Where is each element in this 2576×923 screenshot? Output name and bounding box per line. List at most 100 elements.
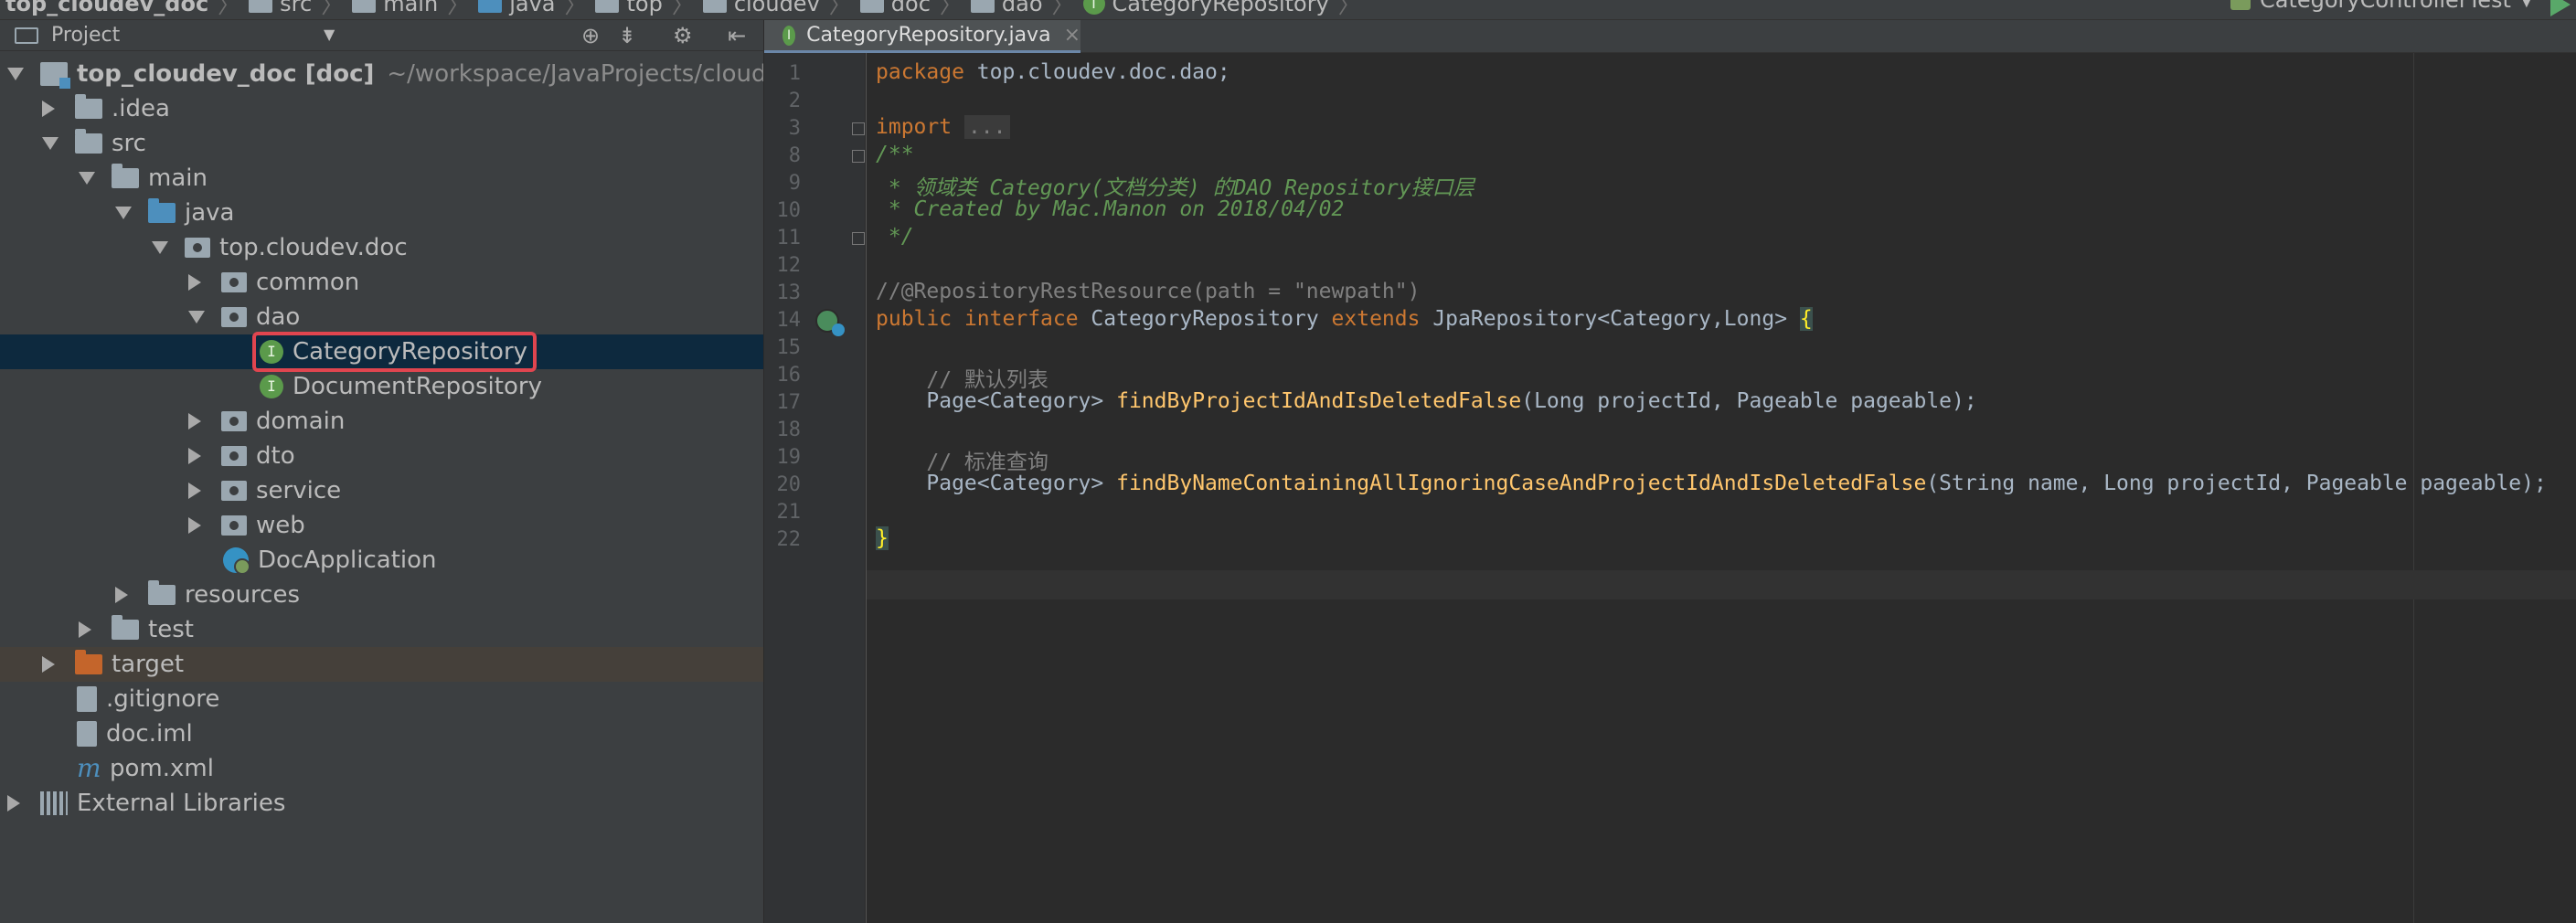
code-line-10[interactable]: * Created by Mac.Manon on 2018/04/02: [876, 197, 1345, 221]
package-icon: [595, 0, 620, 13]
code-line-8[interactable]: /**: [876, 143, 914, 166]
line-number: 12: [776, 254, 802, 277]
code-editor: I CategoryRepository.java × 1 2 3 8 9 10…: [764, 20, 2576, 923]
method-name: findByNameContainingAllIgnoringCaseAndPr…: [1116, 472, 1927, 495]
expand-arrow-icon[interactable]: [42, 137, 59, 150]
tree-item-test[interactable]: test: [0, 612, 763, 647]
navigation-bar: top_cloudev_doc 〉 src 〉 main 〉 java 〉 top 〉 c…: [0, 0, 2576, 20]
expand-arrow-icon[interactable]: [188, 311, 205, 324]
collapse-all-icon[interactable]: ⇟: [618, 24, 636, 48]
tree-item-target[interactable]: target: [0, 647, 763, 682]
collapse-arrow-icon[interactable]: [79, 621, 91, 638]
folder-icon: [75, 129, 102, 154]
tree-item-service[interactable]: service: [0, 473, 763, 508]
scroll-from-source-icon[interactable]: ⊕: [581, 24, 600, 48]
collapse-arrow-icon[interactable]: [188, 483, 201, 499]
collapse-arrow-icon[interactable]: [188, 517, 201, 534]
collapse-arrow-icon[interactable]: [188, 274, 201, 291]
tree-item-label: main: [148, 164, 208, 192]
text-file-icon: [77, 686, 97, 712]
tree-item-doc-iml[interactable]: doc.iml: [0, 716, 763, 751]
breadcrumb-label: top_cloudev_doc: [5, 0, 209, 16]
expand-arrow-icon[interactable]: [152, 241, 168, 254]
breadcrumb-item-java[interactable]: java: [478, 0, 555, 16]
collapse-arrow-icon[interactable]: [7, 795, 20, 812]
matched-brace: }: [876, 526, 889, 550]
code-line-22[interactable]: }: [876, 526, 889, 550]
breadcrumb-label: top: [626, 0, 663, 16]
breadcrumb-item-doc[interactable]: doc: [859, 0, 931, 16]
collapse-arrow-icon[interactable]: [42, 656, 55, 673]
tab-categoryrepository-java[interactable]: I CategoryRepository.java ×: [764, 20, 1080, 53]
folder-icon: [478, 0, 503, 13]
line-number: 18: [776, 419, 802, 441]
tree-item-dto[interactable]: dto: [0, 439, 763, 473]
folded-imports[interactable]: ...: [963, 115, 1010, 139]
code-text: Page<Category>: [876, 472, 1117, 495]
hide-panel-icon[interactable]: ⇤: [728, 24, 746, 48]
tree-item-project-root[interactable]: top_cloudev_doc [doc] ~/workspace/JavaPr…: [0, 57, 763, 91]
fold-expand-icon[interactable]: [852, 122, 865, 135]
fold-collapse-icon[interactable]: [852, 150, 865, 163]
tree-item-documentrepository[interactable]: I DocumentRepository: [0, 369, 763, 404]
close-icon[interactable]: ×: [1064, 24, 1080, 47]
chevron-down-icon[interactable]: ▼: [324, 26, 335, 43]
tree-item-domain[interactable]: domain: [0, 404, 763, 439]
expand-arrow-icon[interactable]: [79, 172, 95, 185]
gear-icon[interactable]: ⚙: [673, 24, 693, 48]
tree-item-web[interactable]: web: [0, 508, 763, 543]
tree-item-pom-xml[interactable]: m pom.xml: [0, 751, 763, 786]
expand-arrow-icon[interactable]: [7, 68, 24, 80]
code-line-13[interactable]: //@RepositoryRestResource(path = "newpat…: [876, 280, 1420, 303]
tree-item-common[interactable]: common: [0, 265, 763, 300]
iml-file-icon: [77, 721, 97, 747]
tree-item-docapplication[interactable]: DocApplication: [0, 543, 763, 578]
tree-item-label: DocumentRepository: [293, 373, 542, 400]
tree-item-label: top_cloudev_doc [doc]: [77, 60, 375, 88]
project-panel: Project ▼ ⊕ ⇟ ⚙ ⇤ top_cloudev_doc [doc] …: [0, 20, 764, 923]
spring-boot-app-icon: [223, 547, 250, 575]
tree-item-gitignore[interactable]: .gitignore: [0, 682, 763, 716]
code-text: (String name, Long projectId, Pageable p…: [1926, 472, 2547, 495]
breadcrumb-item-src[interactable]: src: [249, 0, 312, 16]
code-line-19[interactable]: // 标准查询: [876, 444, 1048, 475]
tree-item-resources[interactable]: resources: [0, 578, 763, 612]
code-line-3[interactable]: import ...: [876, 115, 1010, 139]
run-configuration-selector[interactable]: CategoryControllerTest ▼: [2230, 0, 2533, 13]
collapse-arrow-icon[interactable]: [115, 587, 128, 603]
code-line-16[interactable]: // 默认列表: [876, 362, 1048, 393]
implemented-gutter-icon[interactable]: [815, 309, 845, 336]
code-line-1[interactable]: package top.cloudev.doc.dao;: [876, 60, 1230, 84]
breadcrumb-item-top[interactable]: top: [595, 0, 663, 16]
run-icon[interactable]: [2550, 0, 2571, 16]
project-view-selector[interactable]: Project: [51, 24, 120, 47]
tree-item-external-libraries[interactable]: External Libraries: [0, 786, 763, 821]
code-line-20[interactable]: Page<Category> findByNameContainingAllIg…: [876, 472, 2547, 495]
code-line-17[interactable]: Page<Category> findByProjectIdAndIsDelet…: [876, 389, 1976, 413]
breadcrumb-item-project[interactable]: top_cloudev_doc: [5, 0, 208, 16]
tree-item-idea[interactable]: .idea: [0, 91, 763, 126]
code-line-11[interactable]: */: [876, 225, 914, 249]
tree-item-categoryrepository[interactable]: I CategoryRepository: [0, 332, 763, 372]
interface-icon: I: [1082, 0, 1105, 15]
tree-item-package-root[interactable]: top.cloudev.doc: [0, 230, 763, 265]
collapse-arrow-icon[interactable]: [188, 448, 201, 464]
collapse-arrow-icon[interactable]: [188, 413, 201, 430]
tree-item-src[interactable]: src: [0, 126, 763, 161]
code-line-9[interactable]: * 领域类 Category(文档分类) 的DAO Repository接口层: [876, 170, 1474, 201]
tree-item-dao[interactable]: dao: [0, 300, 763, 334]
tree-item-label: DocApplication: [258, 546, 437, 574]
package-icon: [221, 307, 247, 327]
breadcrumb-item-categoryrepository[interactable]: I CategoryRepository: [1082, 0, 1329, 16]
breadcrumb-item-main[interactable]: main: [352, 0, 438, 16]
code-line-14[interactable]: public interface CategoryRepository exte…: [876, 307, 1813, 331]
expand-arrow-icon[interactable]: [115, 207, 132, 219]
package-icon: [221, 272, 247, 292]
tree-item-main[interactable]: main: [0, 161, 763, 196]
fold-collapse-icon[interactable]: [852, 232, 865, 245]
tree-item-java[interactable]: java: [0, 196, 763, 230]
collapse-arrow-icon[interactable]: [42, 101, 55, 117]
breadcrumb-item-dao[interactable]: dao: [970, 0, 1043, 16]
breadcrumb-item-cloudev[interactable]: cloudev: [702, 0, 820, 16]
tree-item-label: test: [148, 616, 194, 643]
